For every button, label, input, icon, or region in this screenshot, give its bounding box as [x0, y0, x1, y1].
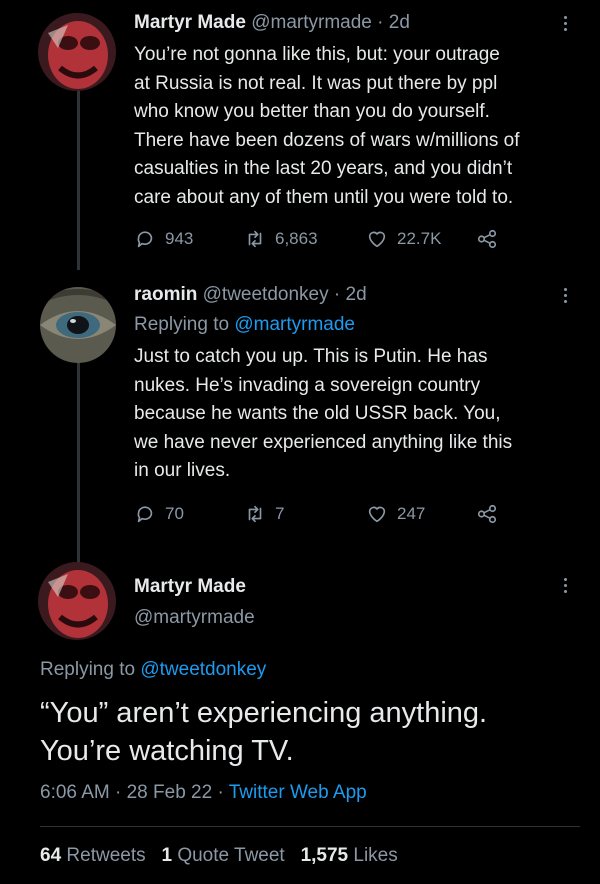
- avatar[interactable]: [38, 13, 116, 91]
- author-name[interactable]: Martyr Made: [134, 576, 246, 598]
- separator: ·: [333, 284, 341, 305]
- reply-button[interactable]: 70: [134, 503, 184, 525]
- more-icon[interactable]: [563, 578, 569, 596]
- thread-line: [77, 355, 80, 563]
- share-button[interactable]: [476, 228, 498, 250]
- separator: ·: [115, 782, 122, 803]
- tweet-header: raomin @tweetdonkey · 2d: [134, 284, 367, 306]
- reply-count: 70: [165, 504, 184, 523]
- share-icon: [477, 229, 497, 249]
- separator: ·: [217, 782, 224, 803]
- tweet-time[interactable]: 6:06 AM: [40, 782, 110, 803]
- quote-tweets-stat[interactable]: 1 Quote Tweet: [161, 845, 284, 866]
- like-icon: [368, 231, 386, 248]
- main-tweet-text: “You” aren’t experiencing anything. You’…: [40, 694, 580, 770]
- retweet-button[interactable]: 6,863: [244, 228, 318, 250]
- tweet-line: we have never experienced anything like …: [134, 431, 513, 453]
- share-button[interactable]: [476, 503, 498, 525]
- tweet-line: “You” aren’t experiencing anything.: [40, 697, 488, 729]
- tweet-date[interactable]: 28 Feb 22: [127, 782, 213, 803]
- tweet-text: You’re not gonna like this, but: your ou…: [134, 41, 519, 212]
- tweet-line: at Russia is not real. It was put there …: [134, 72, 498, 94]
- tweet-line: care about any of them until you were to…: [134, 186, 514, 208]
- reply-button[interactable]: 943: [134, 228, 193, 250]
- like-icon: [368, 506, 386, 523]
- like-button[interactable]: 22.7K: [366, 228, 441, 250]
- tweet-line: casualties in the last 20 years, and you…: [134, 158, 513, 179]
- tweet-header: Martyr Made @martyrmade · 2d: [134, 12, 410, 34]
- retweets-label: Retweets: [66, 845, 146, 866]
- reply-icon: [137, 231, 153, 248]
- tweet-actions: 943 6,863 22.7K: [134, 228, 514, 254]
- tweet-meta: 6:06 AM · 28 Feb 22 · Twitter Web App: [40, 782, 367, 804]
- engagement-stats: 64 Retweets 1 Quote Tweet 1,575 Likes: [40, 845, 398, 867]
- tweet-actions: 70 7 247: [134, 503, 514, 529]
- tweet-line: who know you better than you do yourself…: [134, 101, 490, 122]
- likes-stat[interactable]: 1,575 Likes: [301, 845, 398, 866]
- display-name[interactable]: Martyr Made: [134, 12, 246, 33]
- retweet-icon: [248, 230, 262, 248]
- reply-count: 943: [165, 229, 194, 248]
- thread-line: [77, 82, 80, 270]
- handle[interactable]: @martyrmade: [134, 607, 255, 629]
- timestamp[interactable]: 2d: [346, 284, 367, 305]
- tweet-line: You’re not gonna like this, but: your ou…: [134, 44, 500, 65]
- quote-tweets-count: 1: [161, 845, 173, 866]
- likes-count: 1,575: [300, 845, 349, 866]
- separator: ·: [377, 12, 384, 33]
- tweet-text: Just to catch you up. This is Putin. He …: [134, 343, 512, 486]
- tweet-line: Just to catch you up. This is Putin. He …: [134, 346, 488, 367]
- tweet-source[interactable]: Twitter Web App: [229, 782, 367, 803]
- display-name[interactable]: raomin: [134, 284, 197, 305]
- replying-to-label: Replying to: [40, 659, 136, 680]
- retweet-icon: [248, 505, 262, 523]
- retweets-count: 64: [40, 845, 62, 866]
- like-count: 247: [397, 504, 426, 523]
- quote-tweets-label: Quote Tweet: [177, 845, 285, 866]
- replying-to: Replying to @martyrmade: [134, 314, 355, 336]
- reply-icon: [137, 506, 153, 523]
- avatar[interactable]: [38, 562, 116, 640]
- tweet-line: in our lives.: [134, 460, 231, 481]
- display-name[interactable]: Martyr Made: [134, 576, 246, 597]
- replying-to: Replying to @tweetdonkey: [40, 659, 266, 681]
- handle[interactable]: @tweetdonkey: [203, 284, 329, 305]
- tweet-line: because he wants the old USSR back. You,: [134, 403, 501, 424]
- like-count: 22.7K: [397, 229, 442, 248]
- tweet-line: You’re watching TV.: [40, 735, 294, 767]
- likes-label: Likes: [353, 845, 398, 866]
- more-icon[interactable]: [563, 288, 569, 306]
- more-icon[interactable]: [563, 16, 569, 34]
- divider: [40, 826, 580, 827]
- retweet-count: 6,863: [275, 229, 318, 248]
- like-button[interactable]: 247: [366, 503, 425, 525]
- timestamp[interactable]: 2d: [389, 12, 410, 33]
- retweet-count: 7: [275, 504, 285, 523]
- replying-to-label: Replying to: [134, 314, 230, 335]
- avatar[interactable]: [40, 287, 116, 363]
- share-icon: [477, 504, 497, 524]
- tweet-line: There have been dozens of wars w/million…: [134, 129, 520, 151]
- replying-to-handle[interactable]: @martyrmade: [234, 314, 355, 335]
- handle[interactable]: @martyrmade: [251, 12, 372, 33]
- replying-to-handle[interactable]: @tweetdonkey: [140, 659, 266, 680]
- retweet-button[interactable]: 7: [244, 503, 284, 525]
- retweets-stat[interactable]: 64 Retweets: [40, 845, 146, 866]
- tweet-line: nukes. He’s invading a sovereign country: [134, 374, 481, 396]
